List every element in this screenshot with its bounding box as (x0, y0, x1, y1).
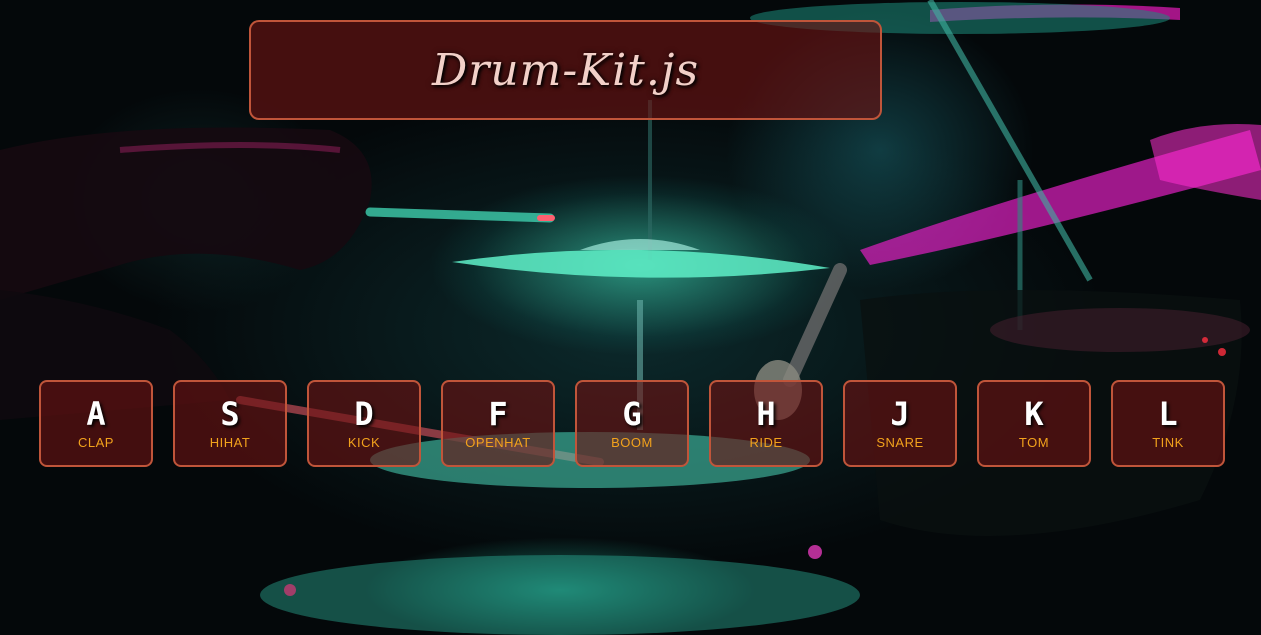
drum-key-hihat[interactable]: S HIHAT (173, 380, 287, 467)
drum-key-snare[interactable]: J SNARE (843, 380, 957, 467)
sound-label: SNARE (876, 435, 924, 450)
drum-key-boom[interactable]: G BOOM (575, 380, 689, 467)
key-letter: F (488, 395, 508, 433)
sound-label: KICK (347, 435, 381, 450)
drum-key-clap[interactable]: A CLAP (39, 380, 153, 467)
drum-key-ride[interactable]: H RIDE (709, 380, 823, 467)
drum-key-tink[interactable]: L TINK (1111, 380, 1225, 467)
sound-label: OPENHAT (465, 435, 531, 450)
sound-label: CLAP (78, 435, 114, 450)
sound-label: BOOM (611, 435, 653, 450)
key-letter: L (1158, 395, 1178, 433)
key-letter: S (220, 395, 240, 433)
key-letter: J (890, 395, 910, 433)
drum-key-openhat[interactable]: F OPENHAT (441, 380, 555, 467)
page-title: Drum-Kit.js (431, 44, 700, 96)
title-banner: Drum-Kit.js (249, 20, 882, 120)
drum-key-kick[interactable]: D KICK (307, 380, 421, 467)
key-letter: K (1024, 395, 1044, 433)
key-letter: H (756, 395, 776, 433)
sound-label: TOM (1018, 435, 1050, 450)
sound-label: TINK (1152, 435, 1184, 450)
drum-key-row: A CLAP S HIHAT D KICK F OPENHAT G BOOM H… (39, 380, 1225, 467)
key-letter: A (86, 395, 106, 433)
key-letter: G (622, 395, 642, 433)
sound-label: HIHAT (209, 435, 251, 450)
drum-key-tom[interactable]: K TOM (977, 380, 1091, 467)
sound-label: RIDE (749, 435, 783, 450)
key-letter: D (354, 395, 374, 433)
drum-kit-app: Drum-Kit.js A CLAP S HIHAT D KICK F OPEN… (0, 0, 1261, 635)
